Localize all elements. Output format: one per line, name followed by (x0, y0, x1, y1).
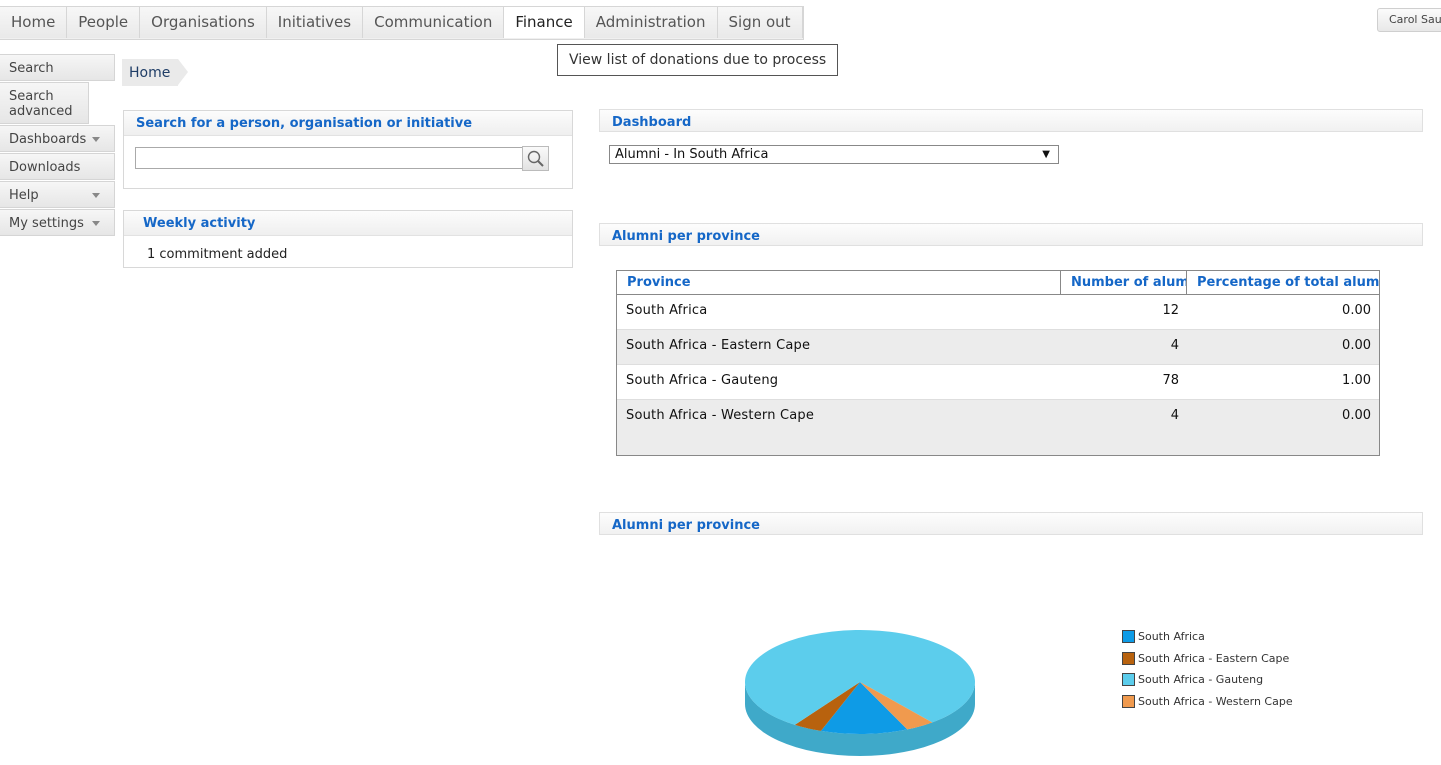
breadcrumb-home[interactable]: Home (122, 59, 189, 86)
search-panel-title: Search for a person, organisation or ini… (124, 111, 572, 136)
sidebar-item-label: My settings (9, 216, 84, 231)
cell-number: 4 (1170, 338, 1179, 353)
finance-tooltip: View list of donations due to process (557, 44, 839, 76)
table-row: South Africa 12 0.00 (617, 295, 1379, 330)
sidebar-item-my-settings[interactable]: My settings (0, 209, 115, 236)
legend-item: South Africa - Western Cape (1122, 691, 1293, 713)
legend-label: South Africa - Western Cape (1138, 694, 1293, 708)
column-header-percentage[interactable]: Percentage of total alumni (1187, 271, 1379, 294)
table-header: Province Number of alumni Percentage of … (617, 271, 1379, 295)
dashboard-select[interactable]: Alumni - In South Africa ▼ (609, 145, 1059, 164)
breadcrumb: Home (122, 59, 189, 86)
nav-communication[interactable]: Communication (363, 7, 505, 38)
alumni-table: Province Number of alumni Percentage of … (616, 270, 1380, 456)
weekly-activity-text: 1 commitment added (147, 247, 288, 262)
cell-percentage: 1.00 (1342, 373, 1371, 388)
cell-province: South Africa (626, 303, 708, 318)
column-header-province[interactable]: Province (617, 271, 1061, 294)
legend-label: South Africa (1138, 630, 1205, 644)
alumni-chart-title: Alumni per province (599, 512, 1423, 535)
cell-number: 12 (1162, 303, 1179, 318)
legend-label: South Africa - Gauteng (1138, 673, 1264, 687)
sidebar-item-help[interactable]: Help (0, 181, 115, 208)
sidebar: Search Search advanced Dashboards Downlo… (0, 54, 115, 237)
cell-percentage: 0.00 (1342, 408, 1371, 423)
nav-organisations[interactable]: Organisations (140, 7, 267, 38)
sidebar-item-label: Downloads (9, 160, 81, 175)
table-row: South Africa - Western Cape 4 0.00 (617, 400, 1379, 434)
cell-number: 4 (1170, 408, 1179, 423)
chevron-down-icon (92, 221, 100, 226)
legend-swatch (1122, 673, 1135, 687)
cell-percentage: 0.00 (1342, 338, 1371, 353)
cell-province: South Africa - Western Cape (626, 408, 815, 423)
sidebar-item-dashboards[interactable]: Dashboards (0, 125, 115, 152)
sidebar-item-search-advanced[interactable]: Search advanced (0, 82, 89, 124)
cell-province: South Africa - Gauteng (626, 373, 779, 388)
sidebar-item-search[interactable]: Search (0, 54, 115, 81)
legend-swatch (1122, 694, 1135, 708)
legend-swatch (1122, 651, 1135, 665)
chart-legend: South Africa South Africa - Eastern Cape… (1122, 626, 1293, 712)
dashboard-title: Dashboard (599, 109, 1423, 132)
cell-percentage: 0.00 (1342, 303, 1371, 318)
weekly-activity-panel: Weekly activity 1 commitment added (123, 210, 573, 268)
search-panel: Search for a person, organisation or ini… (123, 110, 573, 189)
search-input[interactable] (135, 147, 525, 169)
nav-people[interactable]: People (67, 7, 141, 38)
dropdown-arrow-icon: ▼ (1042, 149, 1050, 160)
top-navigation: Home People Organisations Initiatives Co… (0, 6, 804, 40)
search-icon (527, 150, 544, 167)
column-header-number[interactable]: Number of alumni (1061, 271, 1187, 294)
nav-finance[interactable]: Finance (504, 7, 585, 38)
weekly-activity-title: Weekly activity (124, 211, 572, 236)
sidebar-item-label: Dashboards (9, 132, 87, 147)
table-row: South Africa - Gauteng 78 1.00 (617, 365, 1379, 400)
dashboard-select-value: Alumni - In South Africa (615, 147, 769, 162)
user-account-button[interactable]: Carol Sau (1377, 8, 1441, 32)
sidebar-item-label: Search advanced (9, 89, 73, 119)
chevron-down-icon (92, 137, 100, 142)
cell-number: 78 (1162, 373, 1179, 388)
alumni-pie-chart (745, 630, 975, 756)
sidebar-item-downloads[interactable]: Downloads (0, 153, 115, 180)
cell-province: South Africa - Eastern Cape (626, 338, 811, 353)
legend-label: South Africa - Eastern Cape (1138, 651, 1290, 665)
legend-swatch (1122, 630, 1135, 644)
nav-initiatives[interactable]: Initiatives (266, 7, 364, 38)
legend-item: South Africa - Eastern Cape (1122, 648, 1293, 670)
legend-item: South Africa - Gauteng (1122, 669, 1293, 691)
search-button[interactable] (522, 146, 549, 171)
table-row: South Africa - Eastern Cape 4 0.00 (617, 330, 1379, 365)
chevron-down-icon (92, 193, 100, 198)
nav-sign-out[interactable]: Sign out (717, 7, 803, 38)
sidebar-item-label: Search (9, 61, 54, 76)
legend-item: South Africa (1122, 626, 1293, 648)
nav-administration[interactable]: Administration (584, 7, 718, 38)
alumni-table-title: Alumni per province (599, 223, 1423, 246)
nav-home[interactable]: Home (0, 7, 68, 38)
sidebar-item-label: Help (9, 188, 39, 203)
